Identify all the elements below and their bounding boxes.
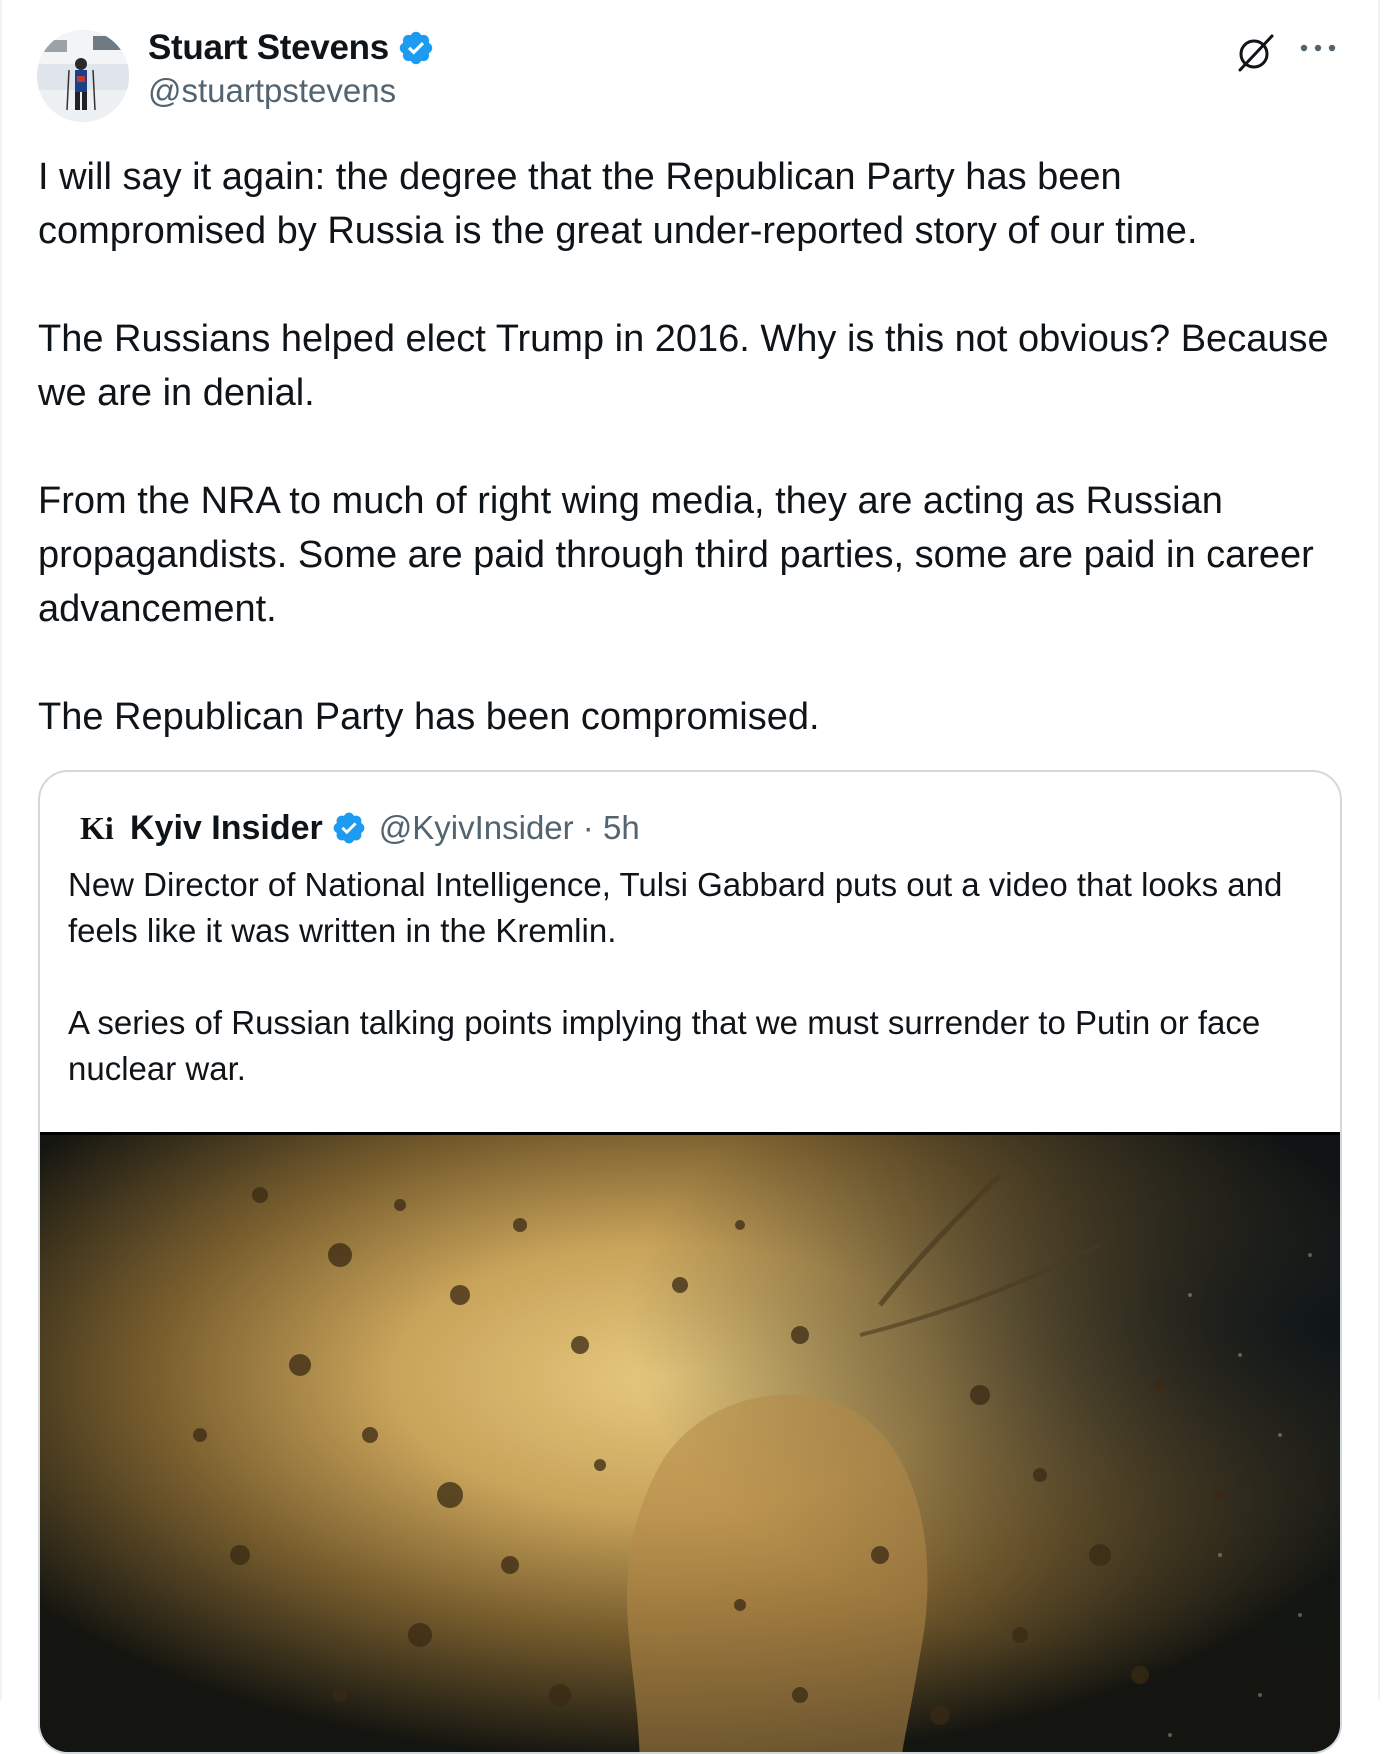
quoted-tweet-paragraph: A series of Russian talking points imply…: [68, 1004, 1261, 1087]
right-border: [1378, 0, 1380, 1700]
quoted-video-thumbnail[interactable]: [40, 1132, 1340, 1752]
tweet-paragraph: The Republican Party has been compromise…: [38, 696, 820, 738]
quoted-author-name[interactable]: Kyiv Insider: [130, 809, 323, 848]
left-border: [0, 0, 2, 1700]
tweet-paragraph: The Russians helped elect Trump in 2016.…: [38, 318, 1329, 414]
verified-badge-icon: [333, 812, 365, 844]
quoted-tweet-body: New Director of National Intelligence, T…: [68, 862, 1318, 1092]
quoted-author-logo: Ki: [80, 809, 114, 846]
author-name-row[interactable]: Stuart Stevens: [148, 26, 435, 70]
quoted-tweet-header: Ki Kyiv Insider @KyivInsider · 5h: [80, 806, 640, 850]
quoted-tweet-paragraph: New Director of National Intelligence, T…: [68, 866, 1283, 949]
author-handle[interactable]: @stuartpstevens: [148, 72, 396, 110]
tweet-paragraph: From the NRA to much of right wing media…: [38, 480, 1314, 630]
author-name[interactable]: Stuart Stevens: [148, 28, 389, 68]
author-avatar[interactable]: [37, 30, 129, 122]
verified-badge-icon: [399, 31, 433, 65]
more-options-icon[interactable]: [1298, 36, 1338, 60]
tweet-paragraph: I will say it again: the degree that the…: [38, 156, 1198, 252]
quoted-author-handle-time[interactable]: @KyivInsider · 5h: [379, 809, 640, 847]
grok-icon[interactable]: [1234, 30, 1278, 74]
quoted-tweet[interactable]: Ki Kyiv Insider @KyivInsider · 5h New Di…: [38, 770, 1342, 1754]
tweet-card: Stuart Stevens @stuartpstevens I will sa…: [0, 0, 1386, 1754]
tweet-body: I will say it again: the degree that the…: [38, 150, 1348, 744]
